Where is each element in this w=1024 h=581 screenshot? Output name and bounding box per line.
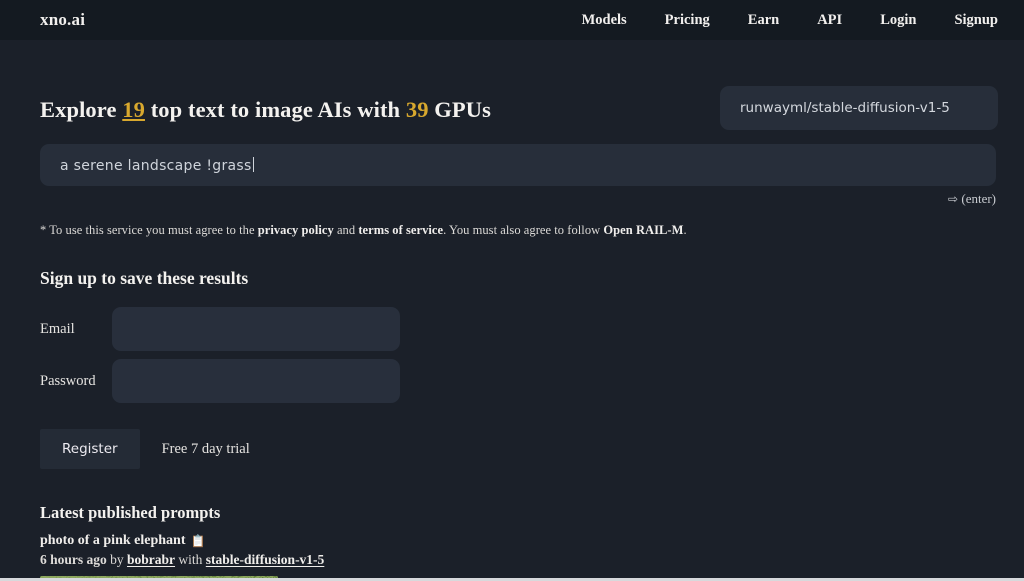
main-navigation: Models Pricing Earn API Login Signup	[563, 12, 998, 29]
prompt-entry-by-label: by	[107, 552, 127, 567]
prompt-entry-title: photo of a pink elephant 📋	[40, 533, 998, 549]
site-header: xno.ai Models Pricing Earn API Login Sig…	[0, 0, 1024, 40]
prompt-entry-with-label: with	[175, 552, 206, 567]
email-field[interactable]	[112, 307, 400, 351]
prompt-input[interactable]: a serene landscape !grass	[40, 144, 996, 186]
page-title-part1: Explore	[40, 97, 122, 122]
nav-item-login[interactable]: Login	[861, 12, 935, 29]
page-title: Explore 19 top text to image AIs with 39…	[40, 86, 491, 123]
enter-hint: ⇨ (enter)	[40, 191, 996, 207]
disclaimer-part2: and	[334, 223, 359, 237]
text-caret	[253, 157, 254, 172]
enter-arrow-icon: ⇨	[948, 192, 958, 206]
email-form-row: Email	[40, 307, 998, 351]
nav-item-api[interactable]: API	[798, 12, 861, 29]
email-label: Email	[40, 321, 112, 338]
prompt-entry-text: photo of a pink elephant	[40, 533, 185, 549]
terms-disclaimer: * To use this service you must agree to …	[40, 223, 998, 238]
open-rail-m-link[interactable]: Open RAIL-M	[603, 223, 683, 237]
disclaimer-part4: .	[683, 223, 686, 237]
password-form-row: Password	[40, 359, 998, 403]
signup-heading: Sign up to save these results	[40, 268, 998, 289]
register-button[interactable]: Register	[40, 429, 140, 469]
signup-button-row: Register Free 7 day trial	[40, 429, 998, 469]
password-field[interactable]	[112, 359, 400, 403]
clipboard-icon[interactable]: 📋	[190, 535, 205, 547]
list-item: photo of a pink elephant 📋 6 hours ago b…	[40, 533, 998, 581]
model-selector-value: runwayml/stable-diffusion-v1-5	[740, 100, 950, 116]
main-content: Explore 19 top text to image AIs with 39…	[0, 40, 1024, 581]
prompt-entry-meta: 6 hours ago by bobrabr with stable-diffu…	[40, 552, 998, 568]
gpu-count-badge: 39	[406, 97, 429, 122]
model-count-badge[interactable]: 19	[122, 97, 145, 122]
latest-prompts-heading: Latest published prompts	[40, 503, 998, 523]
nav-item-models[interactable]: Models	[563, 12, 646, 29]
brand-logo[interactable]: xno.ai	[40, 10, 85, 30]
terms-of-service-link[interactable]: terms of service	[358, 223, 443, 237]
page-title-part2: top text to image AIs with	[145, 97, 406, 122]
prompt-entry-author[interactable]: bobrabr	[127, 552, 175, 567]
prompt-input-text: a serene landscape !grass	[60, 158, 252, 174]
prompt-entry-model[interactable]: stable-diffusion-v1-5	[206, 552, 325, 567]
disclaimer-part1: * To use this service you must agree to …	[40, 223, 258, 237]
hero-row: Explore 19 top text to image AIs with 39…	[40, 40, 998, 130]
prompt-entry-time: 6 hours ago	[40, 552, 107, 567]
disclaimer-part3: . You must also agree to follow	[443, 223, 603, 237]
enter-hint-label: (enter)	[961, 191, 996, 206]
password-label: Password	[40, 373, 112, 390]
nav-item-signup[interactable]: Signup	[935, 12, 998, 29]
model-selector[interactable]: runwayml/stable-diffusion-v1-5	[720, 86, 998, 130]
page-title-part3: GPUs	[429, 97, 491, 122]
prompt-input-value: a serene landscape !grass	[60, 157, 254, 174]
nav-item-earn[interactable]: Earn	[729, 12, 798, 29]
privacy-policy-link[interactable]: privacy policy	[258, 223, 334, 237]
nav-item-pricing[interactable]: Pricing	[646, 12, 729, 29]
free-trial-label: Free 7 day trial	[162, 441, 250, 458]
